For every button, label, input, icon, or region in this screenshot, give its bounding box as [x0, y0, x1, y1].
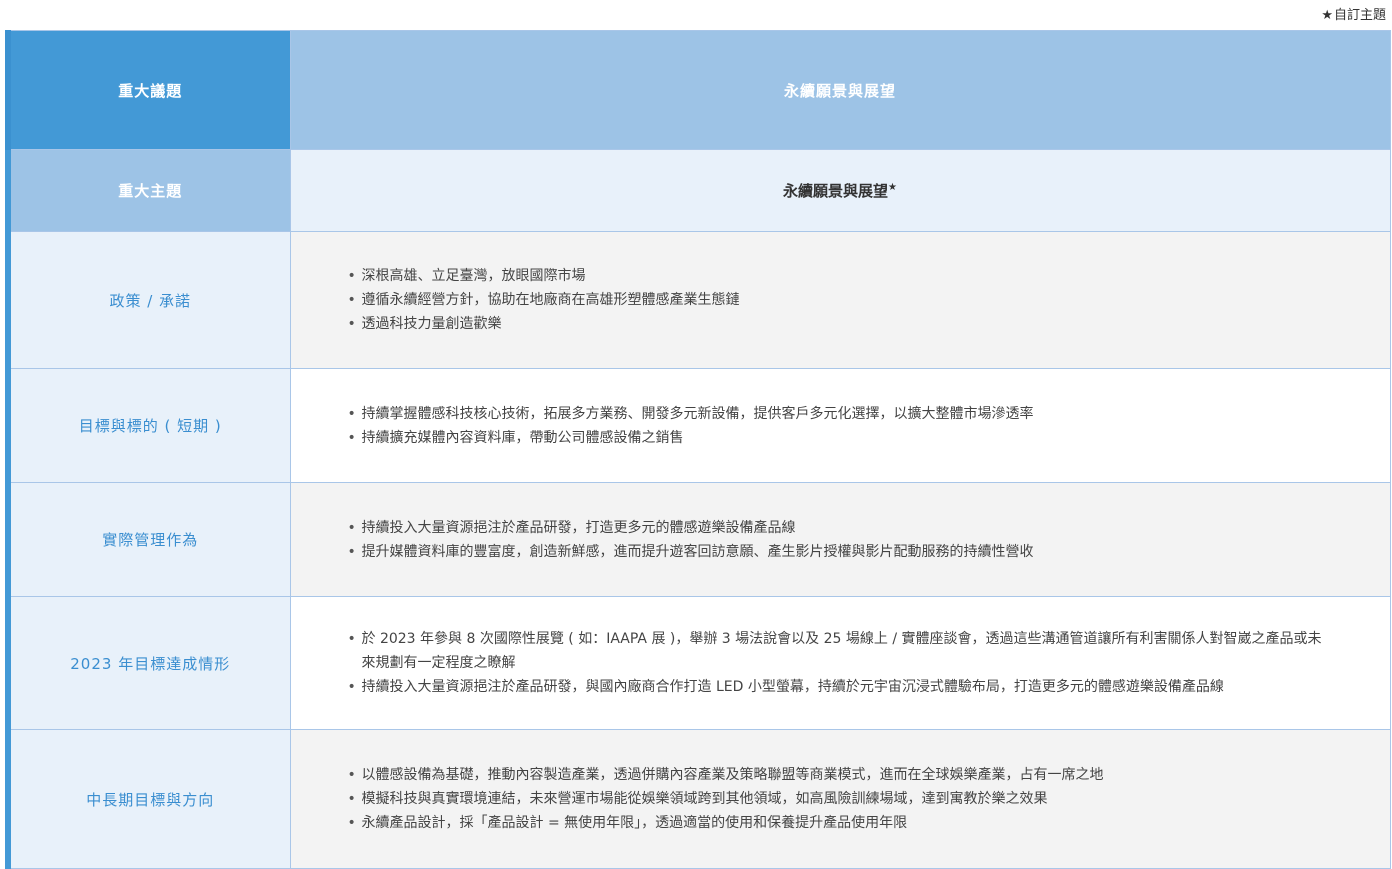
row-label-short-term-goals: 目標與標的 ( 短期 ) [5, 368, 291, 483]
star-icon: ★ [1321, 8, 1333, 23]
list-item: 透過科技力量創造歡樂 [346, 312, 1335, 336]
topic-value: 永續願景與展望 [783, 182, 889, 200]
star-icon: ★ [888, 182, 897, 193]
sustainability-table: 重大議題 永續願景與展望 重大主題 永續願景與展望★ 政策 / 承諾 深根高雄、… [5, 30, 1391, 869]
row-label-management-actions: 實際管理作為 [5, 482, 291, 597]
list-item: 以體感設備為基礎，推動內容製造產業，透過併購內容產業及策略聯盟等商業模式，進而在… [346, 763, 1335, 787]
table-row: 實際管理作為 持續投入大量資源挹注於產品研發，打造更多元的體感遊樂設備產品線 提… [5, 482, 1391, 597]
list-item: 永續產品設計，採「產品設計 = 無使用年限」，透過適當的使用和保養提升產品使用年… [346, 811, 1335, 835]
row-content: 於 2023 年參與 8 次國際性展覽 ( 如：IAAPA 展 )，舉辦 3 場… [289, 596, 1391, 730]
topic-value-cell: 永續願景與展望★ [289, 149, 1391, 232]
row-label-policy: 政策 / 承諾 [5, 231, 291, 369]
row-content: 以體感設備為基礎，推動內容製造產業，透過併購內容產業及策略聯盟等商業模式，進而在… [289, 729, 1391, 869]
row-content: 持續掌握體感科技核心技術，拓展多方業務、開發多元新設備，提供客戶多元化選擇，以擴… [289, 368, 1391, 483]
row-content: 深根高雄、立足臺灣，放眼國際市場 遵循永續經營方針，協助在地廠商在高雄形塑體感產… [289, 231, 1391, 369]
list-item: 持續擴充媒體內容資料庫，帶動公司體感設備之銷售 [346, 426, 1335, 450]
topic-row: 重大主題 永續願景與展望★ [5, 149, 1391, 232]
list-item: 持續投入大量資源挹注於產品研發，與國內廠商合作打造 LED 小型螢幕，持續於元宇… [346, 675, 1335, 699]
table-row: 中長期目標與方向 以體感設備為基礎，推動內容製造產業，透過併購內容產業及策略聯盟… [5, 729, 1391, 869]
list-item: 模擬科技與真實環境連結，未來營運市場能從娛樂領域跨到其他領域，如高風險訓練場域，… [346, 787, 1335, 811]
row-label-2023-achievement: 2023 年目標達成情形 [5, 596, 291, 730]
list-item: 於 2023 年參與 8 次國際性展覽 ( 如：IAAPA 展 )，舉辦 3 場… [346, 627, 1335, 675]
table-row: 政策 / 承諾 深根高雄、立足臺灣，放眼國際市場 遵循永續經營方針，協助在地廠商… [5, 231, 1391, 369]
header-row: 重大議題 永續願景與展望 [5, 30, 1391, 150]
header-value: 永續願景與展望 [289, 30, 1391, 150]
list-item: 持續投入大量資源挹注於產品研發，打造更多元的體感遊樂設備產品線 [346, 516, 1335, 540]
topic-label: 重大主題 [5, 149, 291, 232]
legend-text: 自訂主題 [1333, 8, 1386, 23]
list-item: 提升媒體資料庫的豐富度，創造新鮮感，進而提升遊客回訪意願、產生影片授權與影片配動… [346, 540, 1335, 564]
list-item: 持續掌握體感科技核心技術，拓展多方業務、開發多元新設備，提供客戶多元化選擇，以擴… [346, 402, 1335, 426]
list-item: 遵循永續經營方針，協助在地廠商在高雄形塑體感產業生態鏈 [346, 288, 1335, 312]
custom-topic-legend: ★自訂主題 [1321, 4, 1386, 23]
list-item: 深根高雄、立足臺灣，放眼國際市場 [346, 264, 1335, 288]
header-label: 重大議題 [5, 30, 291, 150]
table-row: 目標與標的 ( 短期 ) 持續掌握體感科技核心技術，拓展多方業務、開發多元新設備… [5, 368, 1391, 483]
row-content: 持續投入大量資源挹注於產品研發，打造更多元的體感遊樂設備產品線 提升媒體資料庫的… [289, 482, 1391, 597]
row-label-long-term-goals: 中長期目標與方向 [5, 729, 291, 869]
table-row: 2023 年目標達成情形 於 2023 年參與 8 次國際性展覽 ( 如：IAA… [5, 596, 1391, 730]
